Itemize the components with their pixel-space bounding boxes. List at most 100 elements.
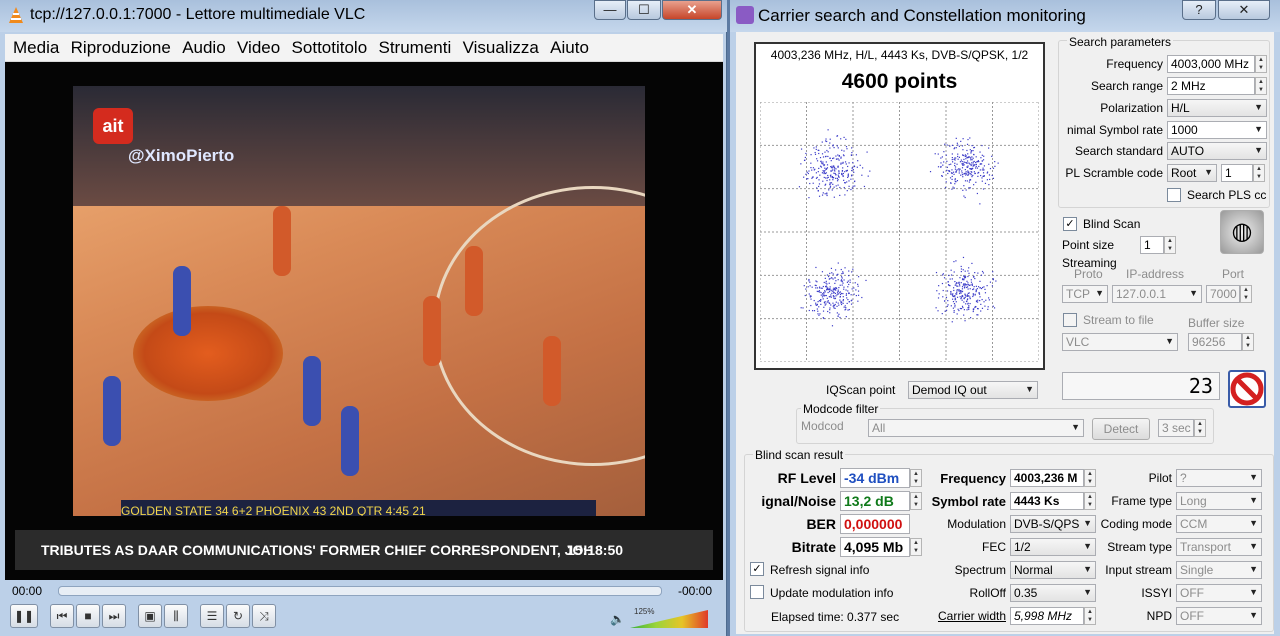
point-size-input[interactable]: 1 xyxy=(1140,236,1164,254)
menu-sottotitolo[interactable]: Sottotitolo xyxy=(284,34,368,58)
constellation-point xyxy=(835,177,837,179)
port-input[interactable]: 7000 xyxy=(1206,285,1240,303)
search-range-input[interactable]: 2 MHz xyxy=(1167,77,1255,95)
update-modulation-checkbox[interactable] xyxy=(750,585,764,599)
constellation-point xyxy=(971,262,973,265)
player-select[interactable]: VLC xyxy=(1062,333,1178,351)
constellation-point xyxy=(983,165,986,167)
constellation-point xyxy=(965,155,967,157)
constellation-point xyxy=(815,280,817,282)
constellation-point xyxy=(818,314,820,316)
constellation-point xyxy=(840,163,842,165)
previous-button[interactable]: ⏮ xyxy=(50,604,74,628)
menu-audio[interactable]: Audio xyxy=(174,34,225,58)
constellation-point xyxy=(809,285,811,287)
menu-media[interactable]: Media xyxy=(5,34,59,58)
plot-point-count: 4600 points xyxy=(841,70,958,93)
shuffle-button[interactable]: ⤨ xyxy=(252,604,276,628)
constellation-point xyxy=(955,137,957,139)
cs-title-bar[interactable]: Carrier search and Constellation monitor… xyxy=(730,0,1280,32)
frequency-spinner[interactable]: ▲ ▼ xyxy=(1255,55,1267,73)
seek-bar[interactable] xyxy=(58,586,662,596)
buffer-size-input[interactable]: 96256 xyxy=(1188,333,1242,351)
loop-button[interactable]: ↻ xyxy=(226,604,250,628)
video-area[interactable]: ait @XimoPierto GOLDEN STATE 34 6+2 PHOE… xyxy=(5,62,723,580)
minimize-button[interactable]: — xyxy=(594,0,626,20)
constellation-point xyxy=(829,309,831,311)
point-size-spinner[interactable]: ▲ ▼ xyxy=(1164,236,1176,254)
carrier-width-spinner[interactable]: ▲ ▼ xyxy=(1084,607,1096,625)
modcode-select[interactable]: All xyxy=(868,419,1084,437)
search-pls-checkbox[interactable] xyxy=(1167,188,1181,202)
spectrum-select[interactable]: Normal xyxy=(1010,561,1096,579)
frame-type-select[interactable]: Long xyxy=(1176,492,1262,510)
symbol-rate-spinner[interactable]: ▲ ▼ xyxy=(1084,492,1096,510)
detect-button[interactable]: Detect xyxy=(1092,418,1150,440)
pl-scramble-mode-select[interactable]: Root xyxy=(1167,164,1217,182)
menu-video[interactable]: Video xyxy=(229,34,280,58)
polarization-select[interactable]: H/L xyxy=(1167,99,1267,117)
modulation-select[interactable]: DVB-S/QPS xyxy=(1010,515,1096,533)
constellation-point xyxy=(962,154,964,156)
detect-time-input[interactable]: 3 sec xyxy=(1158,419,1194,437)
stream-to-file-checkbox[interactable] xyxy=(1063,313,1077,327)
fec-select[interactable]: 1/2 xyxy=(1010,538,1096,556)
speaker-icon[interactable]: 🔈 xyxy=(610,612,625,626)
menu-aiuto[interactable]: Aiuto xyxy=(542,34,589,58)
ip-address-select[interactable]: 127.0.0.1 xyxy=(1112,285,1202,303)
maximize-button[interactable]: ☐ xyxy=(627,0,661,20)
stop-scan-button[interactable] xyxy=(1228,370,1266,408)
pilot-select[interactable]: ? xyxy=(1176,469,1262,487)
search-range-spinner[interactable]: ▲ ▼ xyxy=(1255,77,1267,95)
search-standard-select[interactable]: AUTO xyxy=(1167,142,1267,160)
constellation-point xyxy=(945,181,947,183)
carrier-width-label[interactable]: Carrier width xyxy=(922,609,1006,623)
extended-settings-button[interactable]: ⫼ xyxy=(164,604,188,628)
proto-select[interactable]: TCP xyxy=(1062,285,1108,303)
constellation-point xyxy=(826,149,828,152)
stop-button[interactable]: ■ xyxy=(76,604,100,628)
pause-button[interactable]: ❚❚ xyxy=(10,604,38,628)
constellation-point xyxy=(838,155,840,157)
scan-button[interactable]: ◍ xyxy=(1220,210,1264,254)
min-symbol-rate-select[interactable]: 1000 xyxy=(1167,121,1267,139)
constellation-point xyxy=(965,295,967,297)
rolloff-select[interactable]: 0.35 xyxy=(1010,584,1096,602)
result-frequency-spinner[interactable]: ▲ ▼ xyxy=(1084,469,1096,487)
constellation-point xyxy=(943,151,945,153)
input-stream-select[interactable]: Single xyxy=(1176,561,1262,579)
constellation-point xyxy=(847,309,849,311)
vlc-title-bar[interactable]: tcp://127.0.0.1:7000 - Lettore multimedi… xyxy=(0,0,727,32)
detect-time-spinner[interactable]: ▲ ▼ xyxy=(1194,419,1206,437)
pl-scramble-input[interactable]: 1 xyxy=(1221,164,1253,182)
constellation-point xyxy=(979,280,981,282)
constellation-point xyxy=(970,150,973,152)
close-button[interactable]: ✕ xyxy=(662,0,722,20)
menu-visualizza[interactable]: Visualizza xyxy=(455,34,539,58)
npd-select[interactable]: OFF xyxy=(1176,607,1262,625)
snr-spinner[interactable]: ▲ ▼ xyxy=(910,492,922,510)
refresh-signal-checkbox[interactable]: ✓ xyxy=(750,562,764,576)
help-button[interactable]: ? xyxy=(1182,0,1216,20)
frequency-input[interactable]: 4003,000 MHz xyxy=(1167,55,1255,73)
blind-scan-checkbox[interactable]: ✓ xyxy=(1063,217,1077,231)
issyi-select[interactable]: OFF xyxy=(1176,584,1262,602)
constellation-point xyxy=(962,269,964,271)
coding-mode-select[interactable]: CCM xyxy=(1176,515,1262,533)
fullscreen-button[interactable]: ▣ xyxy=(138,604,162,628)
cs-close-button[interactable]: ✕ xyxy=(1218,0,1270,20)
iqscan-select[interactable]: Demod IQ out xyxy=(908,381,1038,399)
menu-strumenti[interactable]: Strumenti xyxy=(371,34,452,58)
next-button[interactable]: ⏭ xyxy=(102,604,126,628)
port-spinner[interactable]: ▲ ▼ xyxy=(1240,285,1252,303)
stream-type-select[interactable]: Transport xyxy=(1176,538,1262,556)
menu-riproduzione[interactable]: Riproduzione xyxy=(63,34,171,58)
pl-scramble-spinner[interactable]: ▲ ▼ xyxy=(1253,164,1265,182)
playlist-button[interactable]: ☰ xyxy=(200,604,224,628)
time-remaining[interactable]: -00:00 xyxy=(678,584,712,598)
bitrate-spinner[interactable]: ▲ ▼ xyxy=(910,538,922,556)
rf-level-spinner[interactable]: ▲ ▼ xyxy=(910,469,922,487)
buffer-size-spinner[interactable]: ▲ ▼ xyxy=(1242,333,1254,351)
constellation-point xyxy=(837,184,839,186)
constellation-point xyxy=(953,271,955,273)
